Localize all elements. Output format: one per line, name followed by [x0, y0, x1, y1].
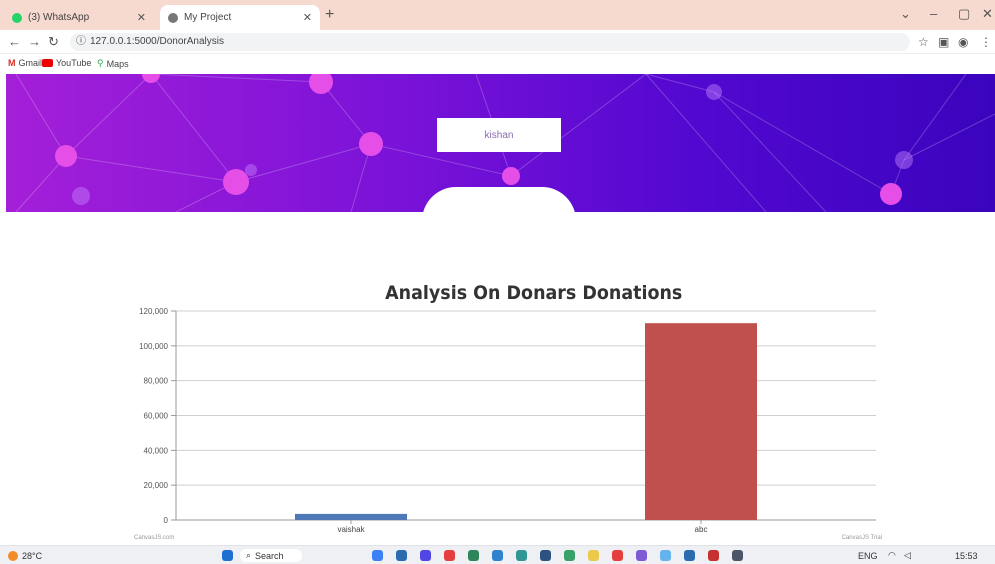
hero-banner: kishan: [6, 74, 995, 212]
chrome-icon[interactable]: [612, 550, 623, 561]
app-icon[interactable]: [636, 550, 647, 561]
search-label: Search: [255, 550, 284, 561]
donations-chart: Analysis On Donars Donations 0 20,000 40,00…: [0, 275, 995, 545]
app-icon[interactable]: [444, 550, 455, 561]
y-tick-label: 100,000: [139, 342, 168, 351]
windows-taskbar: 28°C ⌕ Search ENG ◠ ◁ 15:53: [0, 545, 995, 564]
close-tab-icon[interactable]: ✕: [303, 11, 312, 24]
volume-icon[interactable]: ◁: [904, 549, 911, 562]
bookmark-youtube[interactable]: YouTube: [42, 58, 91, 68]
clock[interactable]: 15:53: [955, 549, 978, 562]
username-box[interactable]: kishan: [437, 118, 561, 152]
username-text: kishan: [484, 129, 514, 141]
chart-title: Analysis On Donars Donations: [385, 282, 682, 304]
app-icon[interactable]: [540, 550, 551, 561]
bookmark-label: YouTube: [56, 58, 92, 68]
star-icon[interactable]: ☆: [918, 35, 929, 49]
app-icon[interactable]: [420, 550, 431, 561]
extensions-icon[interactable]: ▣: [938, 35, 949, 49]
y-tick-label: 60,000: [144, 412, 169, 421]
reload-icon[interactable]: ↻: [48, 34, 59, 50]
back-icon[interactable]: ←: [8, 34, 21, 49]
address-bar-row: ← → ↻ ⓘ 127.0.0.1:5000/DonorAnalysis ☆ ▣…: [0, 30, 995, 54]
windows-start-icon[interactable]: [222, 550, 233, 561]
app-icon[interactable]: [660, 550, 671, 561]
youtube-icon: [42, 59, 53, 67]
y-tick-label: 120,000: [139, 307, 168, 316]
menu-icon[interactable]: ⋮: [980, 35, 992, 49]
x-tick-label: abc: [695, 525, 708, 534]
bookmarks-bar: M Gmail YouTube ⚲ Maps: [0, 54, 995, 74]
app-icon[interactable]: [564, 550, 575, 561]
bar: [645, 323, 757, 520]
maximize-button[interactable]: ▢: [958, 6, 970, 22]
y-tick-label: 20,000: [144, 481, 169, 490]
browser-tab-strip: (3) WhatsApp ✕ My Project ✕ + ⌄ – ▢ ✕: [0, 0, 995, 30]
url-field[interactable]: ⓘ 127.0.0.1:5000/DonorAnalysis: [70, 33, 910, 51]
globe-icon: [168, 12, 178, 23]
tab-label: My Project: [184, 12, 232, 23]
y-tick-label: 80,000: [144, 377, 169, 386]
tab-search-icon[interactable]: ⌄: [900, 6, 911, 22]
folder-icon[interactable]: [588, 550, 599, 561]
x-tick-label: vaishak: [337, 525, 365, 534]
y-tick-label: 0: [164, 516, 169, 525]
app-icon[interactable]: [492, 550, 503, 561]
forward-icon[interactable]: →: [28, 34, 41, 49]
new-tab-button[interactable]: +: [325, 6, 334, 24]
tab-whatsapp[interactable]: (3) WhatsApp ✕: [4, 5, 154, 30]
chart-credit: CanvasJS.com: [134, 535, 174, 541]
taskbar-search[interactable]: ⌕ Search: [240, 549, 302, 562]
weather-widget[interactable]: 28°C: [8, 549, 42, 562]
tab-label: (3) WhatsApp: [28, 12, 90, 23]
app-icon[interactable]: [468, 550, 479, 561]
search-icon: ⌕: [246, 550, 252, 560]
map-pin-icon: ⚲: [97, 58, 104, 68]
bookmark-maps[interactable]: ⚲ Maps: [97, 58, 129, 69]
app-icon[interactable]: [516, 550, 527, 561]
info-icon: ⓘ: [76, 36, 86, 47]
banner-notch: [422, 187, 576, 212]
weather-text: 28°C: [22, 550, 43, 561]
app-icon[interactable]: [396, 550, 407, 561]
app-icon[interactable]: [732, 550, 743, 561]
bar: [295, 513, 407, 520]
minimize-button[interactable]: –: [930, 6, 937, 21]
gmail-icon: M: [8, 58, 16, 68]
y-tick-label: 40,000: [144, 446, 169, 455]
close-tab-icon[interactable]: ✕: [137, 11, 146, 24]
tab-my-project[interactable]: My Project ✕: [160, 5, 320, 30]
bookmark-label: Maps: [106, 58, 129, 69]
language-indicator[interactable]: ENG: [858, 549, 878, 562]
chart-trial-note: CanvasJS Trial: [842, 535, 882, 541]
wifi-icon[interactable]: ◠: [888, 549, 896, 562]
url-text: 127.0.0.1:5000/DonorAnalysis: [90, 36, 224, 47]
bookmark-gmail[interactable]: M Gmail: [8, 58, 42, 68]
app-icon[interactable]: [372, 550, 383, 561]
sun-icon: [8, 550, 18, 561]
whatsapp-icon: [12, 12, 22, 23]
clock-time: 15:53: [955, 550, 978, 561]
chart-svg: Analysis On Donars Donations 0 20,000 40,00…: [134, 282, 882, 541]
close-window-button[interactable]: ✕: [982, 6, 993, 22]
bookmark-label: Gmail: [18, 58, 43, 68]
language-text: ENG: [858, 550, 878, 561]
profile-icon[interactable]: ◉: [958, 35, 968, 49]
app-icon[interactable]: [684, 550, 695, 561]
app-icon[interactable]: [708, 550, 719, 561]
